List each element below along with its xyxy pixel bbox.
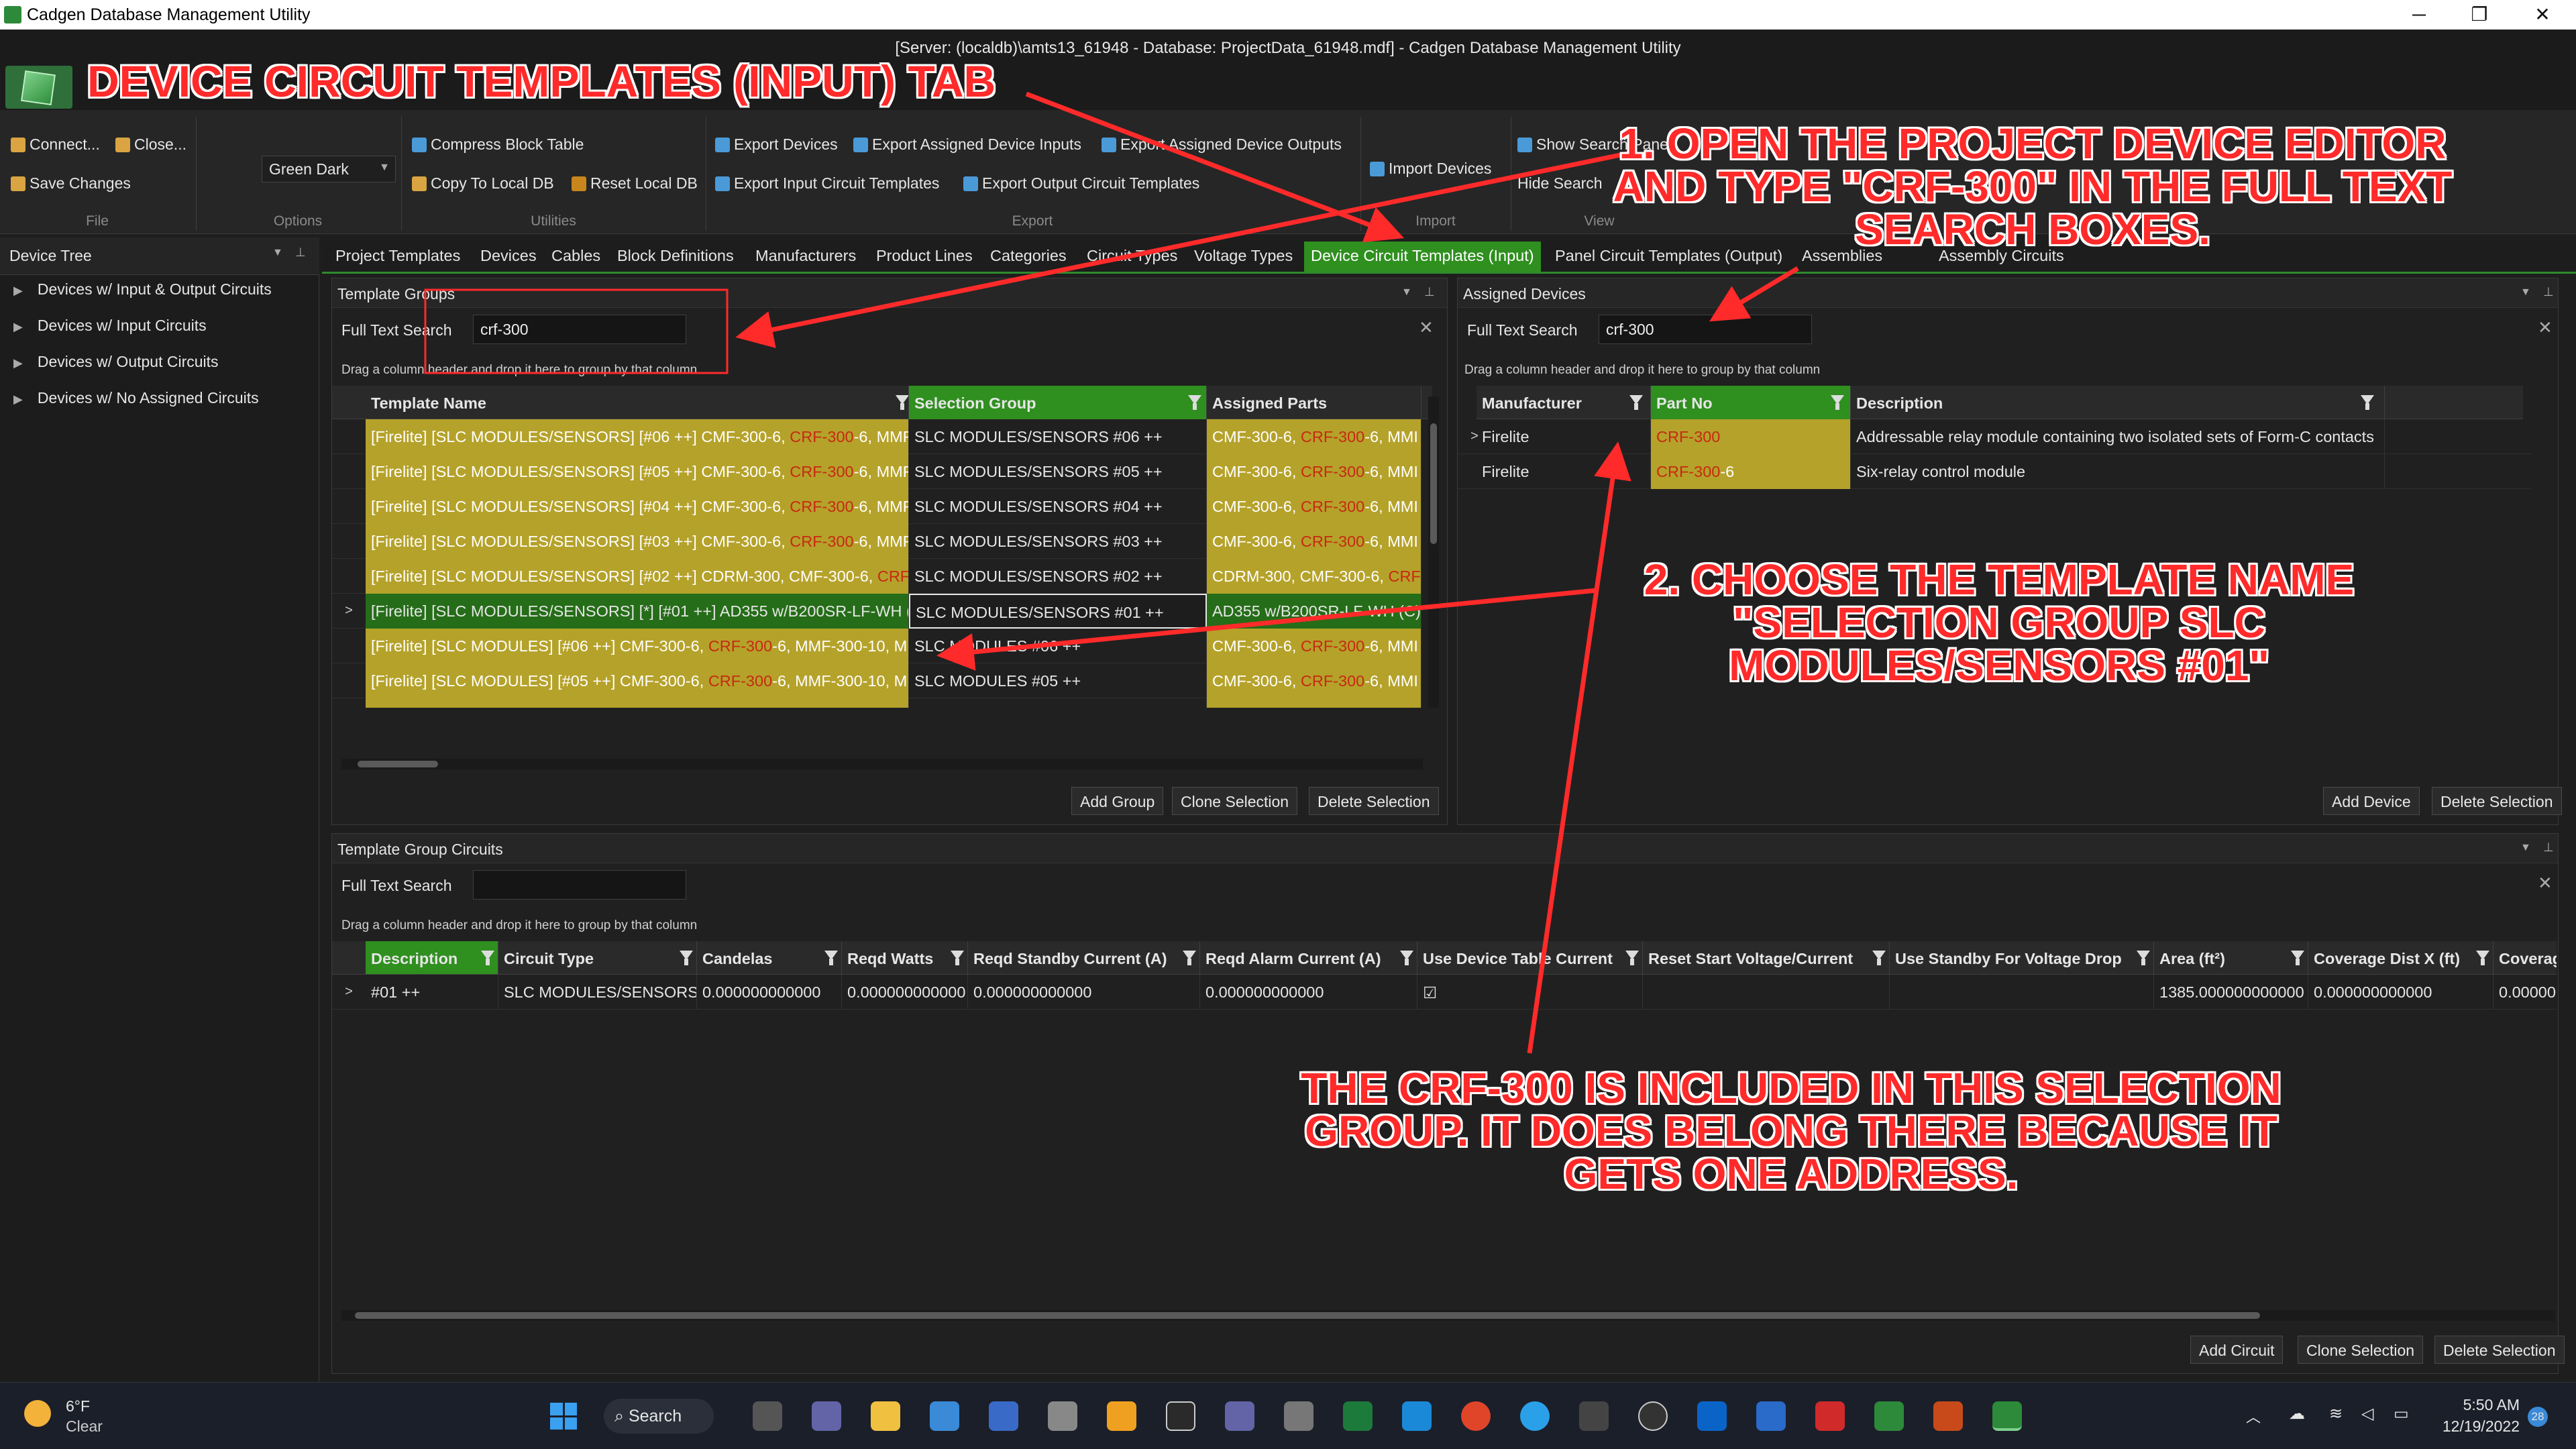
settings-icon[interactable] (1756, 1401, 1786, 1431)
app-icon[interactable] (1107, 1401, 1136, 1431)
search-icon: ⌕ (614, 1407, 629, 1426)
wifi-icon[interactable]: ≋ (2329, 1404, 2343, 1424)
clock-date[interactable]: 12/19/2022 (2427, 1417, 2520, 1436)
weather-temp[interactable]: 6°F (66, 1397, 90, 1415)
teams-icon[interactable] (812, 1401, 841, 1431)
chevron-up-icon[interactable]: ︿ (2246, 1405, 2261, 1427)
app-icon[interactable] (1933, 1401, 1963, 1431)
taskbar: 6°F Clear ⌕ Search ︿ ☁ ≋ ◁ ▭ 5:50 AM 12/… (0, 1382, 2576, 1449)
app-icon[interactable] (930, 1401, 959, 1431)
annotation-step2: 2. CHOOSE THE TEMPLATE NAME "SELECTION G… (1644, 555, 2355, 690)
teams-icon[interactable] (1225, 1401, 1254, 1431)
dell-icon[interactable] (1638, 1401, 1668, 1431)
annotation-note: THE CRF-300 IS INCLUDED IN THIS SELECTIO… (1301, 1064, 2282, 1198)
notification-badge[interactable]: 28 (2528, 1407, 2548, 1427)
outlook-icon[interactable] (1697, 1401, 1727, 1431)
task-view-icon[interactable] (753, 1401, 782, 1431)
speaker-icon[interactable]: ◁ (2361, 1404, 2373, 1424)
moon-icon (24, 1400, 51, 1427)
arrow-to-template-search (735, 149, 1638, 348)
annotation-step1: 1. OPEN THE PROJECT DEVICE EDITOR AND TY… (1613, 119, 2453, 254)
clock-time[interactable]: 5:50 AM (2439, 1396, 2520, 1414)
clock-icon[interactable] (1166, 1401, 1195, 1431)
app-icon[interactable] (1874, 1401, 1904, 1431)
arrow-to-part-no (1527, 441, 1631, 1054)
app-icon[interactable] (1520, 1401, 1550, 1431)
cadgen-taskbar-icon[interactable] (1992, 1401, 2022, 1431)
file-explorer-icon[interactable] (871, 1401, 900, 1431)
start-icon[interactable] (550, 1403, 577, 1430)
annotation-title: DEVICE CIRCUIT TEMPLATES (INPUT) TAB (87, 56, 996, 106)
calculator-icon[interactable] (1048, 1401, 1077, 1431)
taskbar-search-label: Search (628, 1407, 682, 1426)
camera-icon[interactable] (1284, 1401, 1313, 1431)
arrow-to-device-search (1709, 266, 1799, 322)
app-icon[interactable] (1579, 1401, 1609, 1431)
arrow-to-selection-group (936, 588, 1597, 671)
battery-icon[interactable]: ▭ (2394, 1404, 2409, 1424)
weather-condition[interactable]: Clear (66, 1417, 103, 1436)
pdf-icon[interactable] (1815, 1401, 1845, 1431)
edge-icon[interactable] (1402, 1401, 1432, 1431)
cloud-icon[interactable]: ☁ (2289, 1404, 2305, 1424)
snipping-icon[interactable] (989, 1401, 1018, 1431)
search-highlight-box (424, 288, 729, 374)
taskbar-search[interactable]: ⌕ Search (604, 1399, 714, 1434)
app-icon[interactable] (1343, 1401, 1373, 1431)
chrome-icon[interactable] (1461, 1401, 1491, 1431)
